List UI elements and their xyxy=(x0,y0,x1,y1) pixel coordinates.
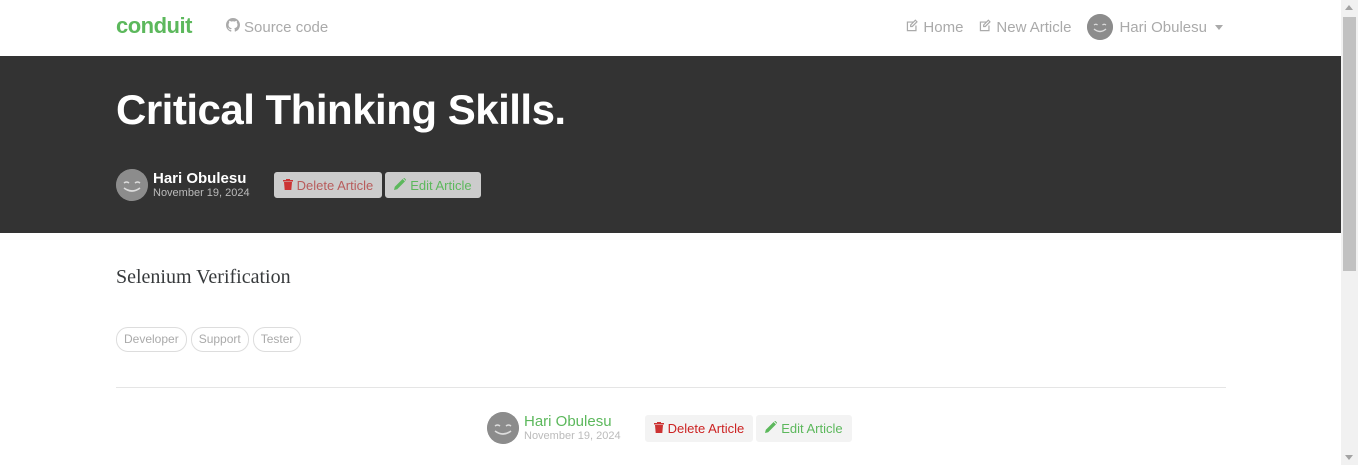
nav-new-article-label: New Article xyxy=(996,18,1072,36)
tag-pill[interactable]: Support xyxy=(190,327,249,352)
pencil-icon xyxy=(765,420,778,436)
trash-icon xyxy=(653,421,664,436)
edit-article-button[interactable]: Edit Article xyxy=(385,172,481,198)
nav-home[interactable]: Home xyxy=(906,19,963,36)
meta-info: Hari Obulesu November 19, 2024 xyxy=(524,414,621,442)
article-body: Selenium Verification xyxy=(116,266,291,288)
divider xyxy=(116,387,1226,388)
github-icon xyxy=(226,18,240,36)
source-code-link[interactable]: Source code xyxy=(226,18,328,36)
tag-list: Developer Support Tester xyxy=(116,327,302,352)
tag-pill[interactable]: Developer xyxy=(116,327,187,352)
scrollbar[interactable] xyxy=(1341,0,1358,465)
user-name: Hari Obulesu xyxy=(1119,18,1207,36)
author-avatar[interactable] xyxy=(487,412,519,444)
meta-info: Hari Obulesu November 19, 2024 xyxy=(153,171,250,199)
author-avatar[interactable] xyxy=(116,169,148,201)
chevron-down-icon xyxy=(1215,24,1223,30)
article-date: November 19, 2024 xyxy=(153,186,250,199)
delete-article-button[interactable]: Delete Article xyxy=(273,172,383,198)
article-date: November 19, 2024 xyxy=(524,429,621,442)
delete-article-button[interactable]: Delete Article xyxy=(644,414,754,442)
article-title: Critical Thinking Skills. xyxy=(116,86,566,133)
avatar xyxy=(1087,14,1114,40)
nav-new-article[interactable]: New Article xyxy=(979,19,1071,36)
edit-icon xyxy=(979,18,992,36)
nav-home-label: Home xyxy=(923,18,964,36)
navbar: conduit Source code Home New Article Har… xyxy=(0,0,1341,56)
edit-article-label: Edit Article xyxy=(781,420,843,436)
scroll-down-arrow[interactable] xyxy=(1345,455,1353,460)
delete-article-label: Delete Article xyxy=(296,177,374,193)
nav-links: Home New Article Hari Obulesu xyxy=(890,14,1223,40)
article-meta-bottom: Hari Obulesu November 19, 2024 Delete Ar… xyxy=(487,412,852,444)
tag-pill[interactable]: Tester xyxy=(252,327,302,352)
author-link[interactable]: Hari Obulesu xyxy=(524,414,621,430)
scrollbar-thumb[interactable] xyxy=(1343,17,1356,271)
author-link[interactable]: Hari Obulesu xyxy=(153,171,250,187)
article-meta: Hari Obulesu November 19, 2024 Delete Ar… xyxy=(116,169,481,201)
edit-icon xyxy=(906,18,919,36)
trash-icon xyxy=(282,178,293,193)
edit-article-label: Edit Article xyxy=(410,177,472,193)
source-code-label: Source code xyxy=(244,18,329,36)
user-menu[interactable]: Hari Obulesu xyxy=(1087,14,1223,40)
edit-article-button[interactable]: Edit Article xyxy=(756,414,852,442)
brand-logo[interactable]: conduit xyxy=(116,13,192,39)
article-banner: Critical Thinking Skills. Hari Obulesu N… xyxy=(0,56,1341,233)
scroll-up-arrow[interactable] xyxy=(1345,5,1353,10)
delete-article-label: Delete Article xyxy=(667,420,745,436)
pencil-icon xyxy=(394,177,407,193)
